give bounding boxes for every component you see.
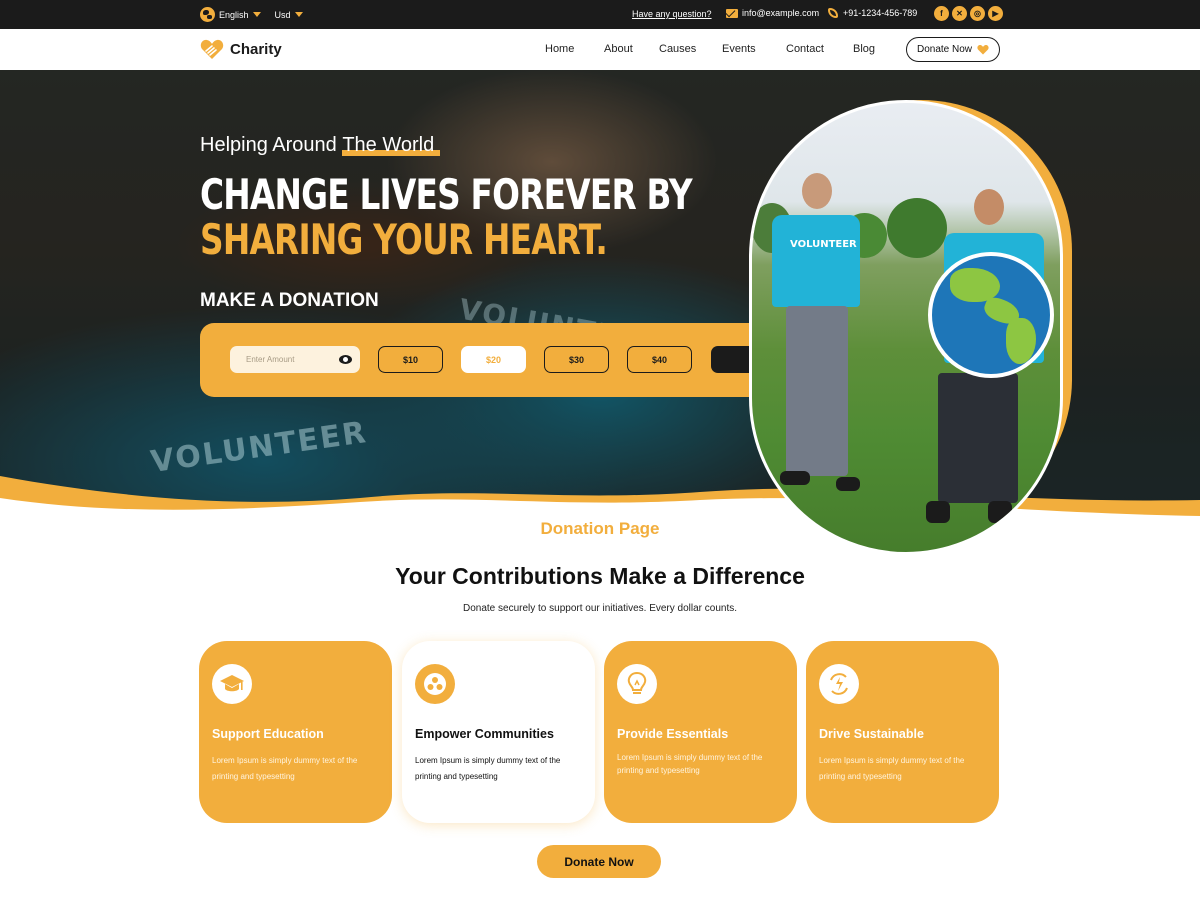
amount-option-20[interactable]: $20: [461, 346, 526, 373]
amount-option-30[interactable]: $30: [544, 346, 609, 373]
top-bar: English Usd Have any question? info@exam…: [0, 0, 1200, 29]
phone-icon: [828, 8, 838, 18]
nav-item-blog[interactable]: Blog: [853, 43, 893, 55]
bottom-donate-button[interactable]: Donate Now: [537, 845, 661, 878]
shoe-shape: [836, 477, 860, 491]
card-text: Lorem Ipsum is simply dummy text of the …: [212, 756, 358, 781]
card-text: Lorem Ipsum is simply dummy text of the …: [819, 756, 965, 781]
nav-item-home[interactable]: Home: [545, 43, 604, 55]
community-icon-svg: [424, 673, 446, 695]
card-title: Support Education: [212, 727, 324, 741]
graduation-cap-icon-svg: [220, 675, 244, 692]
card-title: Drive Sustainable: [819, 727, 924, 741]
x-icon[interactable]: ✕: [952, 6, 967, 21]
tree-shape: [887, 198, 947, 258]
amount-option-40[interactable]: $40: [627, 346, 692, 373]
section-title: Your Contributions Make a Difference: [395, 563, 805, 589]
lightbulb-icon: [617, 664, 657, 704]
earth-globe-image: [928, 252, 1054, 378]
chevron-down-icon: [294, 12, 303, 17]
hero-title-line1: CHANGE LIVES FOREVER BY: [200, 170, 693, 219]
nav-donate-button[interactable]: Donate Now: [906, 37, 1000, 62]
nav-item-contact[interactable]: Contact: [786, 43, 853, 55]
question-link[interactable]: Have any question?: [632, 9, 712, 19]
card-title: Provide Essentials: [617, 727, 729, 741]
currency-selector[interactable]: Usd: [275, 10, 303, 20]
phone-text: +91-1234-456-789: [843, 8, 918, 18]
logo-text: Charity: [230, 40, 282, 58]
logo[interactable]: Charity: [200, 38, 282, 60]
instagram-icon[interactable]: ◎: [970, 6, 985, 21]
language-label: English: [219, 9, 249, 20]
card-empower-communities[interactable]: Empower Communities Lorem Ipsum is simpl…: [402, 641, 595, 823]
card-support-education[interactable]: Support Education Lorem Ipsum is simply …: [199, 641, 392, 823]
volunteer-shirt-text: VOLUNTEER: [790, 239, 857, 250]
card-text: Lorem Ipsum is simply dummy text of the …: [415, 756, 561, 781]
main-nav: Charity Home About Causes Events Contact…: [0, 29, 1200, 70]
globe-icon: [200, 7, 215, 22]
lightbulb-icon-svg: [627, 671, 647, 694]
card-provide-essentials[interactable]: Provide Essentials Lorem Ipsum is simply…: [604, 641, 797, 823]
hero-title-line2: SHARING YOUR HEART.: [200, 215, 608, 264]
mail-icon: [726, 8, 738, 18]
hero-subtitle-highlight: The World: [342, 134, 441, 156]
land-shape: [1006, 318, 1036, 364]
community-icon: [415, 664, 455, 704]
dollar-coin-icon: [339, 355, 352, 364]
volunteer-1-shirt: VOLUNTEER: [772, 215, 860, 307]
hero-subtitle: Helping Around The World: [200, 134, 441, 157]
volunteer-2-pants: [938, 373, 1018, 503]
section-tag: Donation Page: [540, 519, 660, 538]
top-bar-left: English Usd: [200, 7, 303, 22]
nav-item-about[interactable]: About: [604, 43, 659, 55]
hero-subtitle-pre: Helping Around: [200, 134, 337, 156]
energy-cycle-icon: [819, 664, 859, 704]
email-contact[interactable]: info@example.com: [726, 8, 819, 18]
card-text: Lorem Ipsum is simply dummy text of the …: [617, 753, 763, 775]
social-links: f ✕ ◎ ▶: [934, 6, 1003, 21]
facebook-icon[interactable]: f: [934, 6, 949, 21]
graduation-cap-icon: [212, 664, 252, 704]
nav-item-causes[interactable]: Causes: [659, 43, 722, 55]
chevron-down-icon: [252, 12, 261, 17]
nav-item-events[interactable]: Events: [722, 43, 786, 55]
email-text: info@example.com: [742, 8, 820, 18]
nav-menu: Home About Causes Events Contact Blog: [545, 43, 893, 55]
amount-placeholder: Enter Amount: [246, 355, 295, 364]
section-description: Donate securely to support our initiativ…: [462, 603, 738, 614]
language-selector[interactable]: English: [200, 7, 261, 22]
heart-icon: [977, 44, 989, 55]
youtube-icon[interactable]: ▶: [988, 6, 1003, 21]
energy-cycle-icon-svg: [830, 673, 848, 695]
card-drive-sustainable[interactable]: Drive Sustainable Lorem Ipsum is simply …: [806, 641, 999, 823]
nav-donate-label: Donate Now: [916, 44, 973, 55]
amount-option-10[interactable]: $10: [378, 346, 443, 373]
currency-label: Usd: [274, 9, 291, 20]
shoe-shape: [780, 471, 810, 485]
volunteer-1-pants: [786, 306, 848, 476]
make-donation-heading: MAKE A DONATION: [200, 290, 379, 311]
volunteer-1-head: [802, 173, 832, 209]
volunteer-2-head: [974, 189, 1004, 225]
amount-input[interactable]: Enter Amount: [230, 346, 360, 373]
heart-hands-logo-icon: [200, 39, 224, 59]
phone-contact[interactable]: +91-1234-456-789: [828, 8, 917, 18]
card-title: Empower Communities: [415, 727, 554, 741]
